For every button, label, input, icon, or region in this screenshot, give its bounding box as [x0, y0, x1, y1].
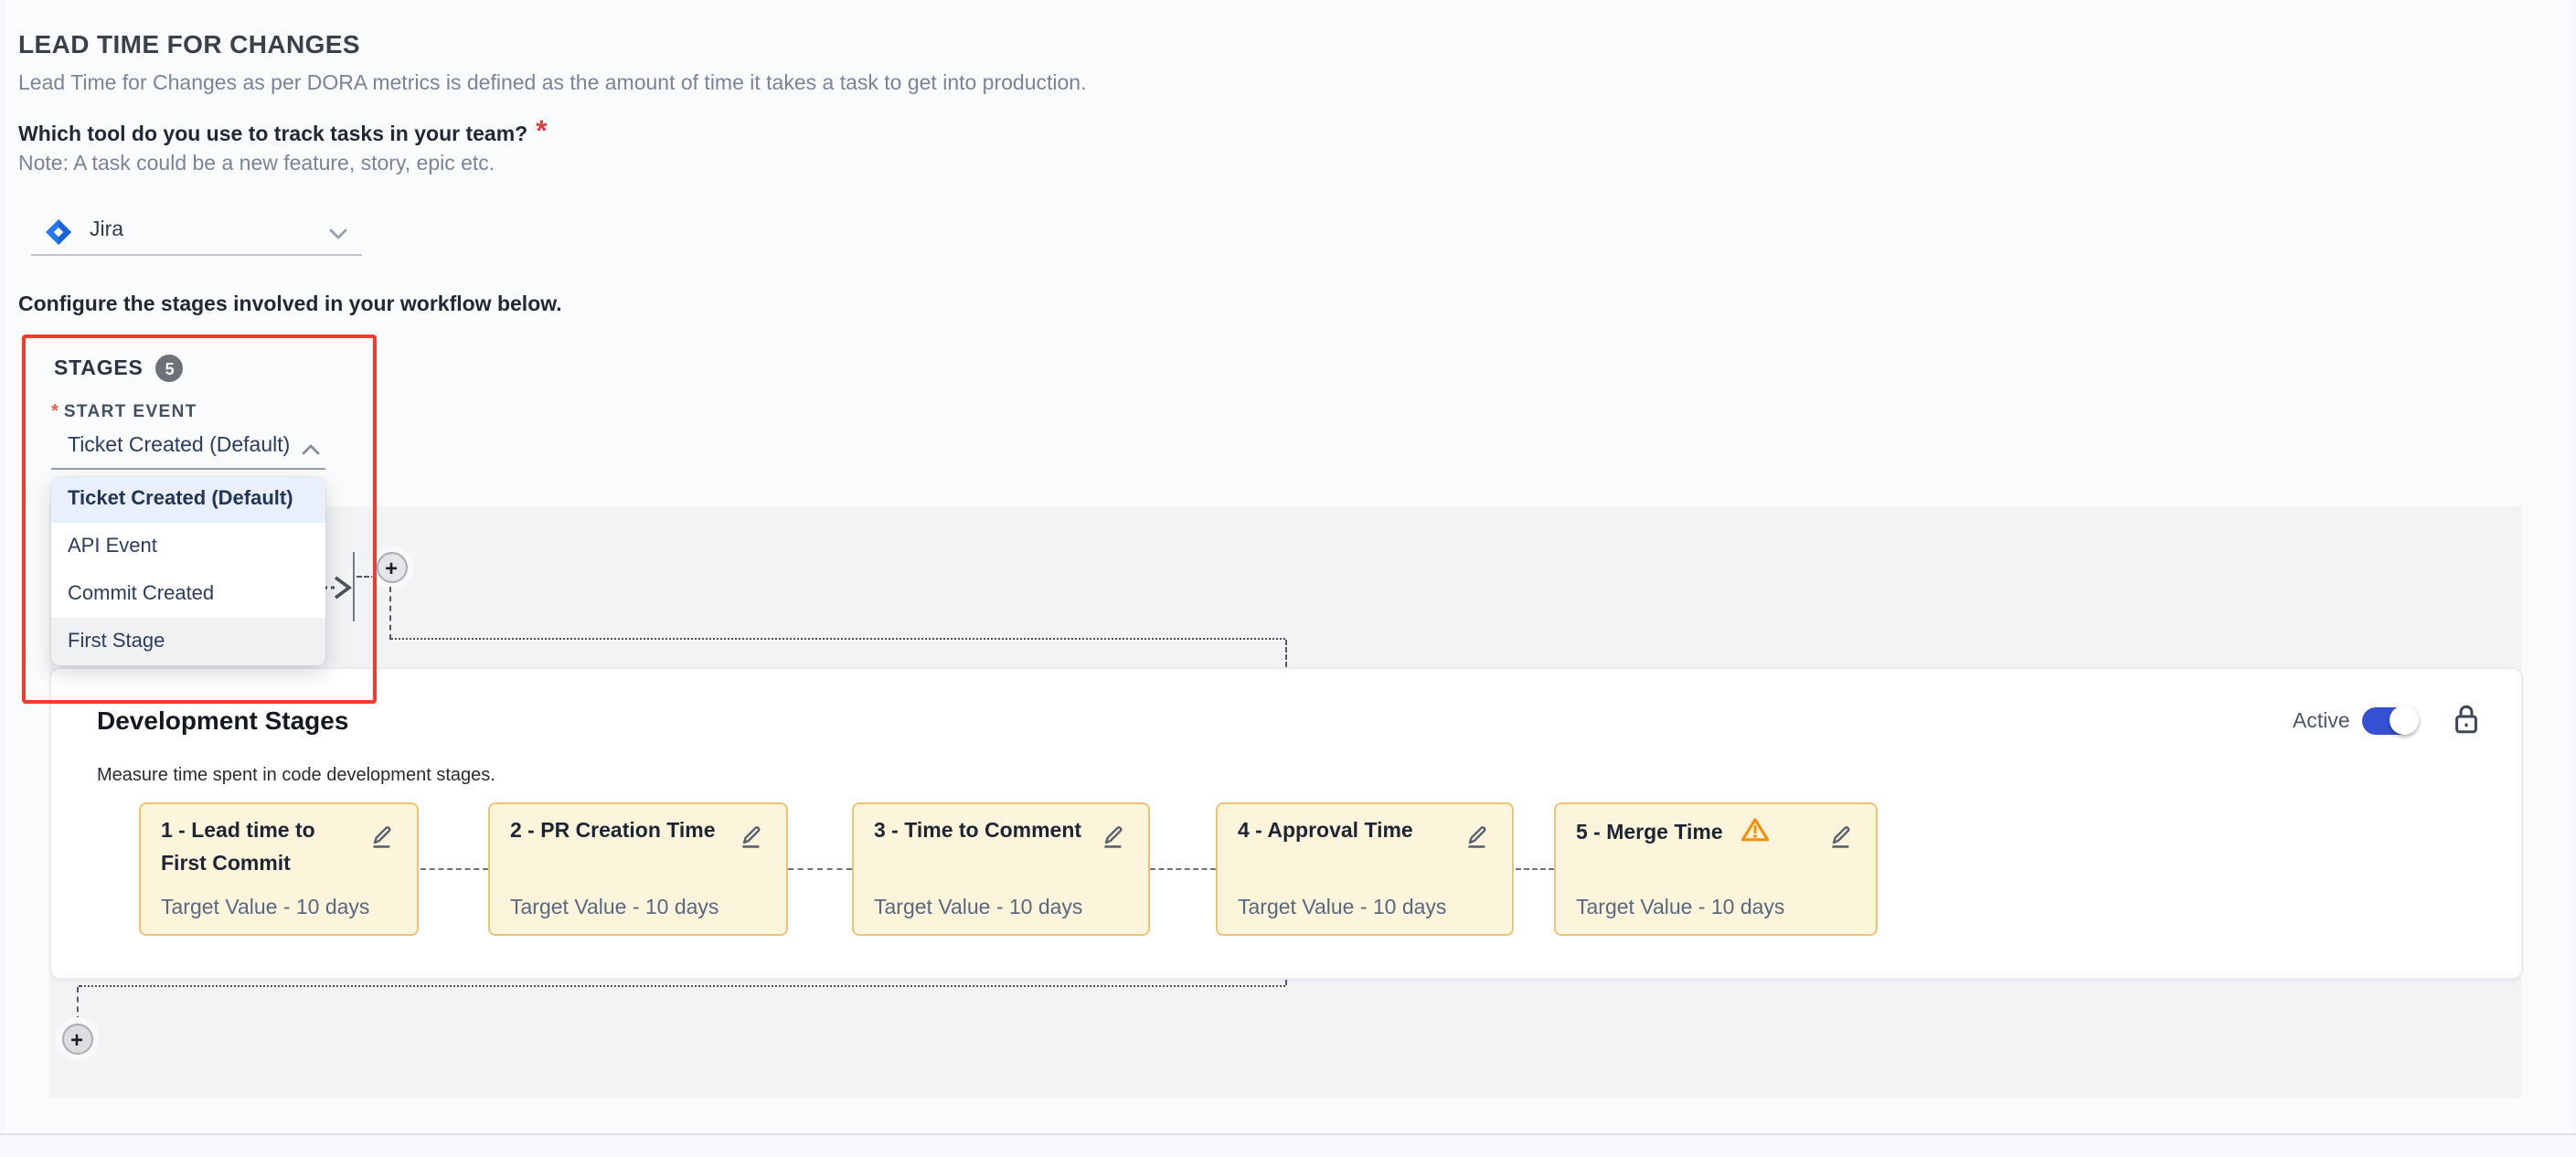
page-right-margin	[2571, 0, 2576, 1133]
tool-question-text: Which tool do you use to track tasks in …	[18, 124, 527, 146]
lead-time-config-page: LEAD TIME FOR CHANGES Lead Time for Chan…	[0, 0, 2576, 1155]
stage-connector	[788, 868, 852, 870]
page-subtitle: Lead Time for Changes as per DORA metric…	[18, 73, 1087, 95]
target-value-label: Target Value - 10 days	[1576, 897, 1784, 919]
stage-card-1: 1 - Lead time to First Commit Target Val…	[139, 802, 419, 936]
edit-icon[interactable]	[739, 824, 762, 848]
page-title: LEAD TIME FOR CHANGES	[18, 29, 360, 58]
tool-question: Which tool do you use to track tasks in …	[18, 117, 548, 150]
required-asterisk: *	[536, 117, 547, 148]
active-label: Active	[2293, 711, 2350, 733]
stage-card-title-text: 5 - Merge Time	[1576, 823, 1723, 844]
toggle-knob	[2389, 706, 2418, 735]
tool-tracker-select[interactable]: Jira	[31, 212, 362, 256]
stage-connector	[420, 868, 488, 870]
active-toggle[interactable]	[2362, 707, 2415, 734]
tool-select-value: Jira	[90, 219, 123, 241]
configure-instruction: Configure the stages involved in your wo…	[18, 294, 562, 316]
stage-connector	[1515, 868, 1554, 870]
warning-icon	[1740, 817, 1769, 843]
stage-card-title: 2 - PR Creation Time	[510, 817, 731, 850]
development-stages-description: Measure time spent in code development s…	[97, 766, 495, 786]
edit-icon[interactable]	[1464, 824, 1488, 848]
stage-card-3: 3 - Time to Comment Target Value - 10 da…	[852, 802, 1150, 936]
stage-card-title: 1 - Lead time to First Commit	[161, 817, 362, 882]
stages-annotation-highlight	[22, 334, 377, 704]
development-stages-title: Development Stages	[97, 706, 348, 735]
chevron-down-icon	[329, 228, 347, 239]
target-value-label: Target Value - 10 days	[874, 897, 1082, 919]
stage-connector	[1150, 868, 1216, 870]
connector-dotted-line-bottom	[78, 985, 1285, 987]
connector-dash	[77, 986, 79, 1021]
target-value-label: Target Value - 10 days	[161, 897, 369, 919]
lock-icon[interactable]	[2454, 704, 2479, 735]
page-left-margin	[0, 0, 5, 1133]
tool-note: Note: A task could be a new feature, sto…	[18, 154, 495, 175]
edit-icon[interactable]	[1101, 824, 1124, 848]
edit-icon[interactable]	[369, 824, 393, 848]
connector-dash	[389, 586, 391, 639]
connector-dash	[1284, 640, 1286, 666]
stage-card-title: 4 - Approval Time	[1238, 817, 1457, 850]
jira-icon	[46, 219, 71, 245]
target-value-label: Target Value - 10 days	[510, 897, 719, 919]
target-value-label: Target Value - 10 days	[1238, 897, 1446, 919]
stage-card-title: 5 - Merge Time	[1576, 817, 1821, 852]
edit-icon[interactable]	[1828, 824, 1852, 848]
page-bottom-strip	[0, 1133, 2576, 1157]
stage-card-5: 5 - Merge Time Target Value - 10 days	[1554, 802, 1878, 936]
connector-dotted-line	[391, 639, 1285, 641]
stage-card-4: 4 - Approval Time Target Value - 10 days	[1216, 802, 1514, 936]
stage-card-2: 2 - PR Creation Time Target Value - 10 d…	[488, 802, 788, 936]
stage-card-title: 3 - Time to Comment	[874, 817, 1093, 850]
add-stage-button-bottom[interactable]: +	[61, 1024, 92, 1055]
